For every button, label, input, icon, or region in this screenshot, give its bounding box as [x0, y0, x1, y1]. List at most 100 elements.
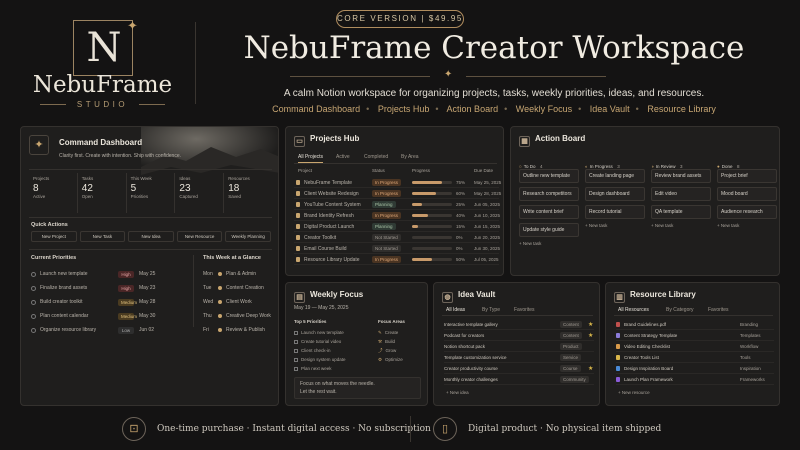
- new-task-link[interactable]: + New task: [519, 241, 579, 246]
- week-row[interactable]: Tue Content Creation: [203, 281, 275, 295]
- kanban-card[interactable]: Write content brief: [519, 205, 579, 219]
- checkbox-icon[interactable]: [294, 330, 298, 335]
- stat-resources[interactable]: Resources 18 Saved: [224, 173, 272, 213]
- focus-area[interactable]: ⚒ Build: [378, 337, 423, 346]
- tab-by-area[interactable]: By Area: [401, 154, 419, 160]
- project-row[interactable]: NebuFrame Template In Progress 75% May 25, …: [294, 177, 501, 188]
- tab-completed[interactable]: Completed: [364, 154, 388, 160]
- new-task-link[interactable]: + New task: [585, 223, 645, 228]
- tab-active[interactable]: Active: [336, 154, 350, 160]
- checkbox-icon[interactable]: [294, 357, 298, 362]
- project-row[interactable]: Email Course Build Not Started 0% Jun 30, 2…: [294, 243, 500, 254]
- resource-row[interactable]: Creator Tools List Tools: [616, 352, 774, 363]
- star-icon[interactable]: ★: [588, 332, 593, 339]
- focus-priority[interactable]: Plan next week: [294, 364, 369, 373]
- tab-by-category[interactable]: By Category: [666, 307, 694, 313]
- focus-priority[interactable]: Create tutorial video: [294, 337, 369, 346]
- kanban-card[interactable]: QA template: [651, 205, 711, 219]
- stat-sub: Saved: [228, 194, 241, 199]
- tab-favorites[interactable]: Favorites: [708, 307, 729, 313]
- project-row[interactable]: Resource Library Update In Progress 50% Jul…: [294, 254, 499, 265]
- quote-line: Focus on what moves the needle.: [300, 381, 375, 387]
- tab-all-projects[interactable]: All Projects: [298, 154, 324, 163]
- kanban-card[interactable]: Research competitors: [519, 187, 579, 201]
- stat-projects[interactable]: Projects 8 Active: [29, 173, 78, 213]
- new-resource-button[interactable]: New Resource: [176, 231, 223, 242]
- week-row[interactable]: Wed Client Work: [203, 295, 275, 309]
- tab-by-type[interactable]: By Type: [482, 307, 500, 313]
- stat-this-week[interactable]: This Week 5 Priorities: [127, 173, 176, 213]
- nav-idea-vault[interactable]: Idea Vault: [590, 104, 630, 114]
- priority-row[interactable]: Organize resource library Low Jun 02: [31, 323, 181, 337]
- week-row[interactable]: Thu Creative Deep Work: [203, 309, 275, 323]
- stat-tasks[interactable]: Tasks 42 Open: [78, 173, 127, 213]
- idea-row[interactable]: Interactive template gallery Content ★: [444, 319, 594, 330]
- priority-row[interactable]: Launch new template High May 25: [31, 267, 181, 281]
- idea-row[interactable]: Notion shortcut pack Product: [444, 341, 594, 352]
- checkbox-icon[interactable]: [31, 313, 36, 319]
- focus-area[interactable]: ⚙ Optimize: [378, 355, 423, 364]
- checkbox-icon[interactable]: [294, 348, 298, 353]
- project-row[interactable]: Client Website Redesign In Progress 60% May…: [294, 188, 501, 199]
- divider: [29, 249, 272, 250]
- nav-resource-library[interactable]: Resource Library: [647, 104, 716, 114]
- priority-row[interactable]: Build creator toolkit Medium May 28: [31, 295, 181, 309]
- star-icon[interactable]: ★: [588, 321, 593, 328]
- idea-row[interactable]: Monthly creator challenges Community: [444, 374, 594, 385]
- idea-text: Notion shortcut pack: [444, 344, 486, 349]
- priority-badge: Low: [118, 326, 134, 334]
- idea-row[interactable]: Creator productivity course Course ★: [444, 363, 594, 374]
- priority-row[interactable]: Plan content calendar Medium May 30: [31, 309, 181, 323]
- resource-row[interactable]: Design Inspiration Board Inspiration: [616, 363, 774, 374]
- week-row[interactable]: Mon Plan & Admin: [203, 267, 275, 281]
- idea-row[interactable]: Podcast for creators Content ★: [444, 330, 594, 341]
- new-task-button[interactable]: New Task: [79, 231, 126, 242]
- project-row[interactable]: Brand Identity Refresh In Progress 40% Jun …: [294, 210, 500, 221]
- star-icon[interactable]: ★: [588, 365, 593, 372]
- idea-row[interactable]: Template customization service Service: [444, 352, 594, 363]
- checkbox-icon[interactable]: [294, 339, 298, 344]
- new-idea-button[interactable]: New Idea: [128, 231, 174, 242]
- weekly-planning-button[interactable]: Weekly Planning: [225, 231, 271, 242]
- week-row[interactable]: Fri Review & Publish: [203, 323, 275, 337]
- kanban-card[interactable]: Audience research: [717, 205, 777, 219]
- new-idea-link[interactable]: + New idea: [446, 390, 469, 395]
- checkbox-icon[interactable]: [31, 327, 36, 333]
- kanban-card[interactable]: Update style guide: [519, 223, 579, 237]
- project-row[interactable]: Creator Toolkit Not Started 0% Jun 20, 2025: [294, 232, 500, 243]
- resource-row[interactable]: Video Editing Checklist Workflow: [616, 341, 774, 352]
- nav-command-dashboard[interactable]: Command Dashboard: [272, 104, 360, 114]
- priority-row[interactable]: Finalize brand assets High May 23: [31, 281, 181, 295]
- resource-row[interactable]: Content Strategy Template Templates: [616, 330, 774, 341]
- focus-priority[interactable]: Design system update: [294, 355, 369, 364]
- nav-action-board[interactable]: Action Board: [447, 104, 499, 114]
- new-project-button[interactable]: New Project: [31, 231, 77, 242]
- kanban-card[interactable]: Outline new template: [519, 169, 579, 183]
- checkbox-icon[interactable]: [294, 366, 298, 371]
- divider: [193, 255, 194, 327]
- kanban-card[interactable]: Project brief: [717, 169, 777, 183]
- kanban-card[interactable]: Mood board: [717, 187, 777, 201]
- checkbox-icon[interactable]: [31, 285, 36, 291]
- stat-ideas[interactable]: Ideas 23 Captured: [175, 173, 225, 213]
- checkbox-icon[interactable]: [31, 271, 36, 277]
- kanban-card[interactable]: Record tutorial: [585, 205, 645, 219]
- kanban-card[interactable]: Review brand assets: [651, 169, 711, 183]
- nav-weekly-focus[interactable]: Weekly Focus: [516, 104, 572, 114]
- checkbox-icon[interactable]: [31, 299, 36, 305]
- new-task-link[interactable]: + New task: [651, 223, 711, 228]
- new-resource-link[interactable]: + New resource: [618, 390, 650, 395]
- new-task-link[interactable]: + New task: [717, 223, 777, 228]
- project-row[interactable]: Digital Product Launch Planning 15% Jun 15,…: [294, 221, 500, 232]
- kanban-card[interactable]: Design dashboard: [585, 187, 645, 201]
- focus-priority[interactable]: Client check-in: [294, 346, 369, 355]
- resource-row[interactable]: Brand Guidelines.pdf Branding: [616, 319, 774, 330]
- focus-area[interactable]: ⤴ Grow: [378, 346, 423, 355]
- focus-area[interactable]: ✎ Create: [378, 328, 423, 337]
- kanban-card[interactable]: Edit video: [651, 187, 711, 201]
- focus-priority[interactable]: Launch new template: [294, 328, 369, 337]
- nav-projects-hub[interactable]: Projects Hub: [378, 104, 430, 114]
- resource-row[interactable]: Launch Plan Framework Frameworks: [616, 374, 774, 385]
- project-row[interactable]: YouTube Content System Planning 25% Jun 05,…: [294, 199, 500, 210]
- tab-favorites[interactable]: Favorites: [514, 307, 535, 313]
